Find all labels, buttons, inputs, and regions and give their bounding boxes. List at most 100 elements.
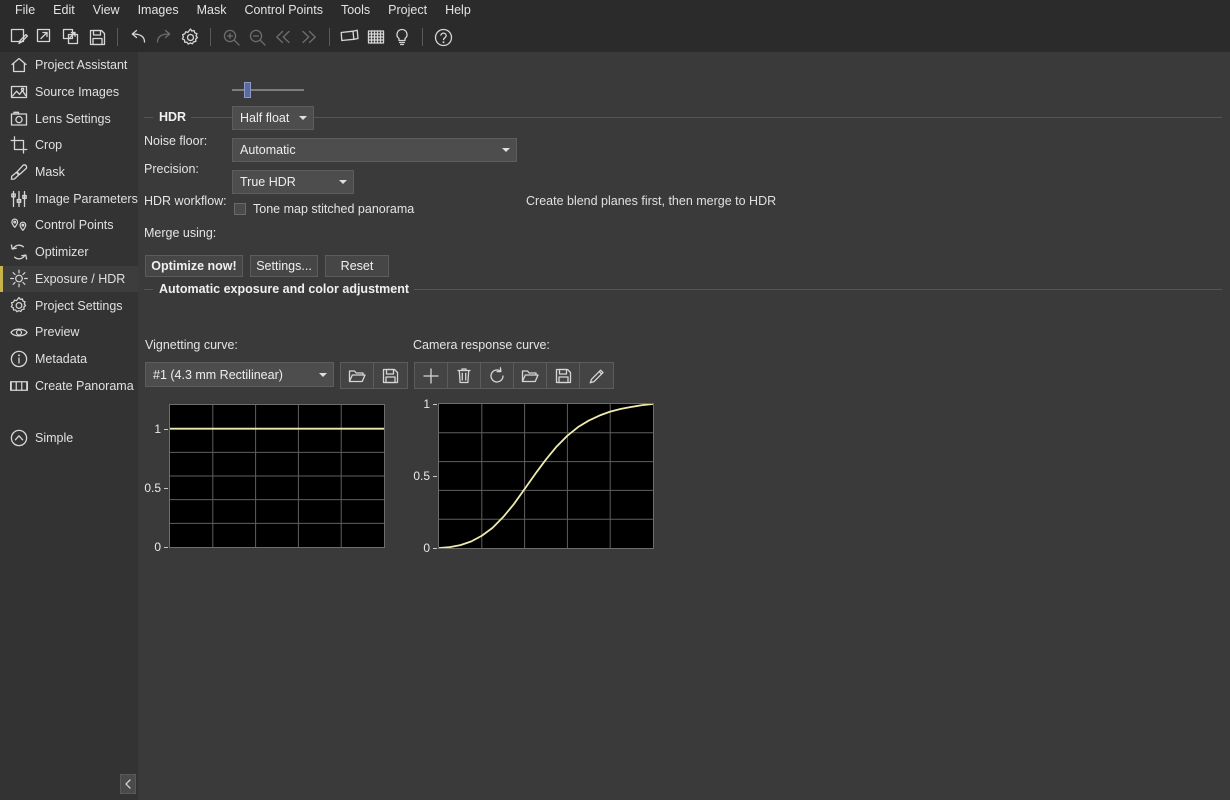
gear-icon xyxy=(181,27,198,45)
vignetting-ytick-05: 0.5 xyxy=(144,480,161,495)
sidebar-item-exposure-hdr[interactable]: Exposure / HDR xyxy=(0,265,138,293)
crop-icon xyxy=(10,136,28,155)
settings-button[interactable]: Settings... xyxy=(250,255,318,277)
sidebar-item-label: Exposure / HDR xyxy=(35,271,126,286)
sidebar-item-label: Project Assistant xyxy=(35,58,128,73)
redo-icon xyxy=(156,29,171,43)
help-button[interactable] xyxy=(430,25,456,49)
sidebar-item-metadata[interactable]: Metadata xyxy=(0,346,138,373)
chevron-left-icon xyxy=(125,779,131,789)
mask-brush-icon xyxy=(10,163,28,181)
chevron-circle-up-icon xyxy=(10,430,28,447)
next-button xyxy=(296,25,322,49)
optimize-now-button[interactable]: Optimize now! xyxy=(145,255,243,277)
optimizer-icon xyxy=(10,243,28,261)
tone-map-checkbox[interactable] xyxy=(234,203,246,215)
bulb-icon xyxy=(396,28,408,46)
sidebar-mode-toggle[interactable]: Simple xyxy=(0,425,138,452)
vignetting-ytick-dash xyxy=(164,487,168,489)
previous-button xyxy=(270,25,296,49)
toolbar xyxy=(0,22,1230,52)
slider-handle[interactable] xyxy=(244,82,251,98)
chevron-down-icon xyxy=(339,180,347,184)
bulb-button[interactable] xyxy=(389,25,415,49)
toolbar-separator xyxy=(210,28,211,46)
camera-response-curve-chart: 1 0.5 0 xyxy=(408,348,668,554)
sidebar-item-lens-settings[interactable]: Lens Settings xyxy=(0,105,138,132)
chevron-down-icon xyxy=(502,148,510,152)
sidebar-item-control-points[interactable]: Control Points xyxy=(0,212,138,239)
zoom-out-button xyxy=(244,25,270,49)
merge-using-value: True HDR xyxy=(240,175,296,189)
slider-track xyxy=(232,89,304,91)
sidebar-item-label: Source Images xyxy=(35,85,120,100)
gear-icon xyxy=(10,296,27,313)
sidebar-item-crop[interactable]: Crop xyxy=(0,132,138,159)
toolbar-separator xyxy=(422,28,423,46)
sidebar-item-project-assistant[interactable]: Project Assistant xyxy=(0,52,138,79)
merge-using-combobox[interactable]: True HDR xyxy=(232,170,354,194)
stack-button[interactable] xyxy=(337,25,363,49)
new-project-button[interactable] xyxy=(6,25,32,49)
sidebar-item-label: Crop xyxy=(35,138,63,153)
sliders-icon xyxy=(10,190,28,208)
menu-view[interactable]: View xyxy=(84,1,129,21)
info-icon xyxy=(10,350,28,368)
vignetting-ytick-dash xyxy=(164,428,168,430)
sidebar-item-image-parameters[interactable]: Image Parameters xyxy=(0,185,138,212)
menu-help[interactable]: Help xyxy=(436,1,480,21)
hdr-groupbox-title: HDR xyxy=(154,110,192,124)
hdr-workflow-combobox[interactable]: Automatic xyxy=(232,138,517,162)
undo-button[interactable] xyxy=(125,25,151,49)
sidebar-item-mask[interactable]: Mask xyxy=(0,159,138,186)
grid-button[interactable] xyxy=(363,25,389,49)
menu-mask[interactable]: Mask xyxy=(188,1,236,21)
precision-combobox[interactable]: Half float xyxy=(232,106,314,130)
chevron-circle-up-icon xyxy=(10,429,28,447)
vignetting-curve-chart: 1 0.5 0 xyxy=(138,348,398,553)
images-icon xyxy=(10,83,28,101)
sidebar-item-label: Create Panorama xyxy=(35,378,134,393)
groupbox-line xyxy=(414,289,1222,290)
toolbar-separator xyxy=(329,28,330,46)
redo-button xyxy=(151,25,177,49)
sidebar-item-preview[interactable]: Preview xyxy=(0,319,138,346)
menu-file[interactable]: File xyxy=(6,1,44,21)
menu-project[interactable]: Project xyxy=(379,1,436,21)
toolbar-separator xyxy=(117,28,118,46)
sidebar-item-label: Preview xyxy=(35,325,80,340)
sidebar-item-project-settings[interactable]: Project Settings xyxy=(0,292,138,319)
gear-button[interactable] xyxy=(177,25,203,49)
tone-map-checkbox-row[interactable]: Tone map stitched panorama xyxy=(234,202,414,216)
sidebar-collapse-button[interactable] xyxy=(120,774,136,794)
eye-icon xyxy=(10,328,28,337)
sun-icon xyxy=(10,269,28,288)
vignetting-plot-svg xyxy=(170,405,384,547)
next-icon xyxy=(302,30,316,44)
save-as-button[interactable] xyxy=(58,25,84,49)
menu-edit[interactable]: Edit xyxy=(44,1,84,21)
chevron-down-icon xyxy=(299,116,307,120)
reset-button[interactable]: Reset xyxy=(325,255,389,277)
panorama-icon xyxy=(10,380,28,391)
optimizer-icon xyxy=(10,244,28,260)
noise-floor-slider[interactable] xyxy=(232,80,304,100)
open-project-icon xyxy=(36,28,51,43)
response-ytick-0: 0 xyxy=(423,541,430,555)
sidebar-item-source-images[interactable]: Source Images xyxy=(0,79,138,106)
sidebar-item-create-panorama[interactable]: Create Panorama xyxy=(0,372,138,399)
menu-control-points[interactable]: Control Points xyxy=(235,1,332,21)
camera-icon xyxy=(10,111,28,126)
precision-label: Precision: xyxy=(144,162,199,176)
open-project-button[interactable] xyxy=(32,25,58,49)
menu-images[interactable]: Images xyxy=(129,1,188,21)
menu-bar: File Edit View Images Mask Control Points Tool… xyxy=(0,0,1230,22)
save-button[interactable] xyxy=(84,25,110,49)
response-ytick-1: 1 xyxy=(423,397,430,411)
sidebar-item-optimizer[interactable]: Optimizer xyxy=(0,239,138,266)
previous-icon xyxy=(276,30,290,44)
menu-tools[interactable]: Tools xyxy=(332,1,379,21)
mask-brush-icon xyxy=(10,164,28,180)
panorama-icon xyxy=(10,377,28,395)
sidebar-item-label: Mask xyxy=(35,165,65,180)
